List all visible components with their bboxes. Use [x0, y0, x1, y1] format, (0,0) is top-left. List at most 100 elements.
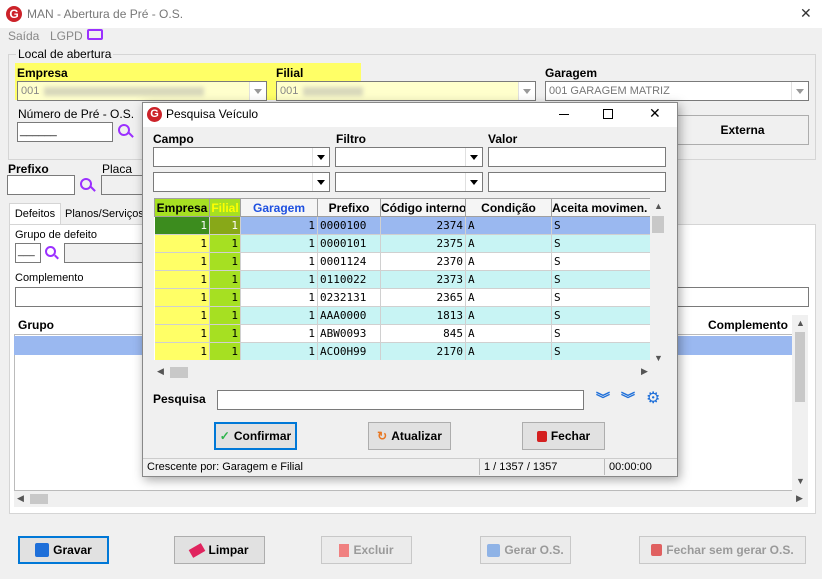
gear-icon[interactable]: ⚙ — [646, 391, 660, 407]
chevron-down-icon[interactable]: ▼ — [654, 353, 663, 363]
table-cell: 1 — [209, 288, 241, 307]
chevron-down-icon[interactable] — [312, 148, 329, 166]
column-complemento[interactable]: Complemento — [708, 318, 788, 332]
chevron-down-icon[interactable] — [465, 148, 482, 166]
prefixo-label: Prefixo — [8, 162, 49, 176]
table-cell: ABW0093 — [317, 324, 381, 343]
table-cell: A — [465, 216, 552, 235]
pesquisa-input[interactable] — [217, 390, 584, 410]
defeitos-vscroll-thumb[interactable] — [795, 332, 805, 402]
table-row[interactable]: 1 1 1 ACO0H99 2170 A S — [154, 342, 650, 360]
campo-label: Campo — [153, 132, 194, 146]
table-cell: S — [551, 342, 650, 360]
chevron-down-icon[interactable] — [312, 173, 329, 191]
chevron-right-icon[interactable]: ▶ — [641, 366, 648, 377]
chevron-down-icon[interactable] — [518, 82, 535, 100]
results-hscroll-thumb[interactable] — [170, 367, 188, 378]
tab-planos-servicos[interactable]: Planos/Serviços — [62, 205, 146, 225]
table-cell: 0110022 — [317, 270, 381, 289]
gravar-button[interactable]: Gravar — [18, 536, 109, 564]
gerar-os-button[interactable]: Gerar O.S. — [480, 536, 571, 564]
table-cell: 2373 — [380, 270, 466, 289]
status-time: 00:00:00 — [609, 461, 652, 473]
garagem-select[interactable]: 001 GARAGEM MATRIZ — [545, 81, 809, 101]
table-cell: A — [465, 234, 552, 253]
defeitos-hscroll-thumb[interactable] — [30, 494, 48, 504]
campo-select-2[interactable] — [153, 172, 330, 192]
externa-button[interactable]: Externa — [676, 115, 809, 145]
title-bar: G MAN - Abertura de Pré - O.S. ✕ — [0, 0, 822, 28]
minimize-icon[interactable] — [559, 114, 569, 115]
placa-input[interactable] — [101, 175, 146, 195]
table-cell: A — [465, 342, 552, 360]
chevron-down-icon[interactable]: ▼ — [796, 476, 805, 486]
valor-label: Valor — [488, 132, 518, 146]
atualizar-button[interactable]: ↻ Atualizar — [368, 422, 451, 450]
menu-lgpd[interactable]: LGPD — [50, 29, 83, 43]
results-vscroll-thumb[interactable] — [652, 216, 664, 233]
prefixo-input[interactable] — [7, 175, 75, 195]
grupo-defeito-label: Grupo de defeito — [15, 229, 97, 241]
column-prefixo[interactable]: Prefixo — [317, 198, 381, 217]
table-row[interactable]: 1 1 1 AAA0000 1813 A S — [154, 306, 650, 325]
table-cell: 1 — [154, 288, 210, 307]
chevron-up-icon[interactable]: ▲ — [654, 201, 663, 211]
fechar-sem-gerar-button[interactable]: Fechar sem gerar O.S. — [639, 536, 806, 564]
column-filial[interactable]: Filial — [209, 198, 241, 217]
chevron-left-icon[interactable]: ◀ — [157, 366, 164, 377]
table-row[interactable]: 1 1 1 0110022 2373 A S — [154, 270, 650, 289]
close-icon[interactable]: ✕ — [800, 5, 812, 22]
table-row[interactable]: 1 1 1 0000100 2374 A S — [154, 216, 650, 235]
column-garagem[interactable]: Garagem — [240, 198, 318, 217]
chevron-left-icon[interactable]: ◀ — [17, 493, 24, 504]
valor-input-2[interactable] — [488, 172, 666, 192]
fechar-button[interactable]: Fechar — [522, 422, 605, 450]
save-icon — [35, 543, 50, 557]
filtro-label: Filtro — [336, 132, 366, 146]
status-divider — [479, 459, 480, 475]
filtro-select-1[interactable] — [335, 147, 483, 167]
confirmar-button[interactable]: ✓ Confirmar — [214, 422, 297, 450]
chevron-right-icon[interactable]: ▶ — [796, 493, 803, 504]
table-cell: 1 — [240, 342, 318, 360]
table-row[interactable]: 1 1 1 0232131 2365 A S — [154, 288, 650, 307]
empresa-select[interactable]: 001 — [17, 81, 267, 101]
tab-defeitos[interactable]: Defeitos — [9, 203, 61, 225]
dialog-close-icon[interactable]: ✕ — [649, 105, 661, 122]
complemento-label: Complemento — [15, 272, 84, 284]
numero-input[interactable]: ______ — [17, 122, 113, 142]
pesquisa-label: Pesquisa — [153, 392, 206, 406]
chevron-down-icon[interactable] — [791, 82, 808, 100]
expand-bottom-icon[interactable]: ︾ — [621, 389, 635, 409]
limpar-button[interactable]: Limpar — [174, 536, 265, 564]
defeitos-hscrollbar[interactable] — [14, 491, 808, 507]
table-cell: 1 — [209, 234, 241, 253]
column-condicao[interactable]: Condição — [465, 198, 552, 217]
maximize-icon[interactable] — [603, 109, 613, 119]
table-row[interactable]: 1 1 1 0000101 2375 A S — [154, 234, 650, 253]
chevron-down-icon[interactable] — [249, 82, 266, 100]
filial-select[interactable]: 001 — [276, 81, 536, 101]
table-row[interactable]: 1 1 1 0001124 2370 A S — [154, 252, 650, 271]
table-cell: 0000101 — [317, 234, 381, 253]
filtro-select-2[interactable] — [335, 172, 483, 192]
local-group-label: Local de abertura — [16, 47, 114, 61]
grupo-defeito-input[interactable]: ___ — [15, 243, 41, 263]
table-row[interactable]: 1 1 1 ABW0093 845 A S — [154, 324, 650, 343]
chevron-up-icon[interactable]: ▲ — [796, 318, 805, 328]
campo-select-1[interactable] — [153, 147, 330, 167]
column-grupo[interactable]: Grupo — [18, 318, 54, 332]
eraser-icon — [189, 542, 206, 558]
column-codigo-interno[interactable]: Código interno — [380, 198, 466, 217]
window-title: MAN - Abertura de Pré - O.S. — [27, 7, 184, 21]
excluir-button[interactable]: Excluir — [321, 536, 412, 564]
results-hscrollbar[interactable] — [154, 364, 666, 380]
monitor-icon[interactable] — [87, 29, 103, 40]
column-aceita-movimen[interactable]: Aceita movimen. — [551, 198, 650, 217]
expand-down-icon[interactable]: ︾ — [596, 389, 610, 409]
table-cell: S — [551, 216, 650, 235]
menu-saida[interactable]: Saída — [8, 29, 39, 43]
chevron-down-icon[interactable] — [465, 173, 482, 191]
valor-input-1[interactable] — [488, 147, 666, 167]
column-empresa[interactable]: Empresa — [154, 198, 210, 217]
